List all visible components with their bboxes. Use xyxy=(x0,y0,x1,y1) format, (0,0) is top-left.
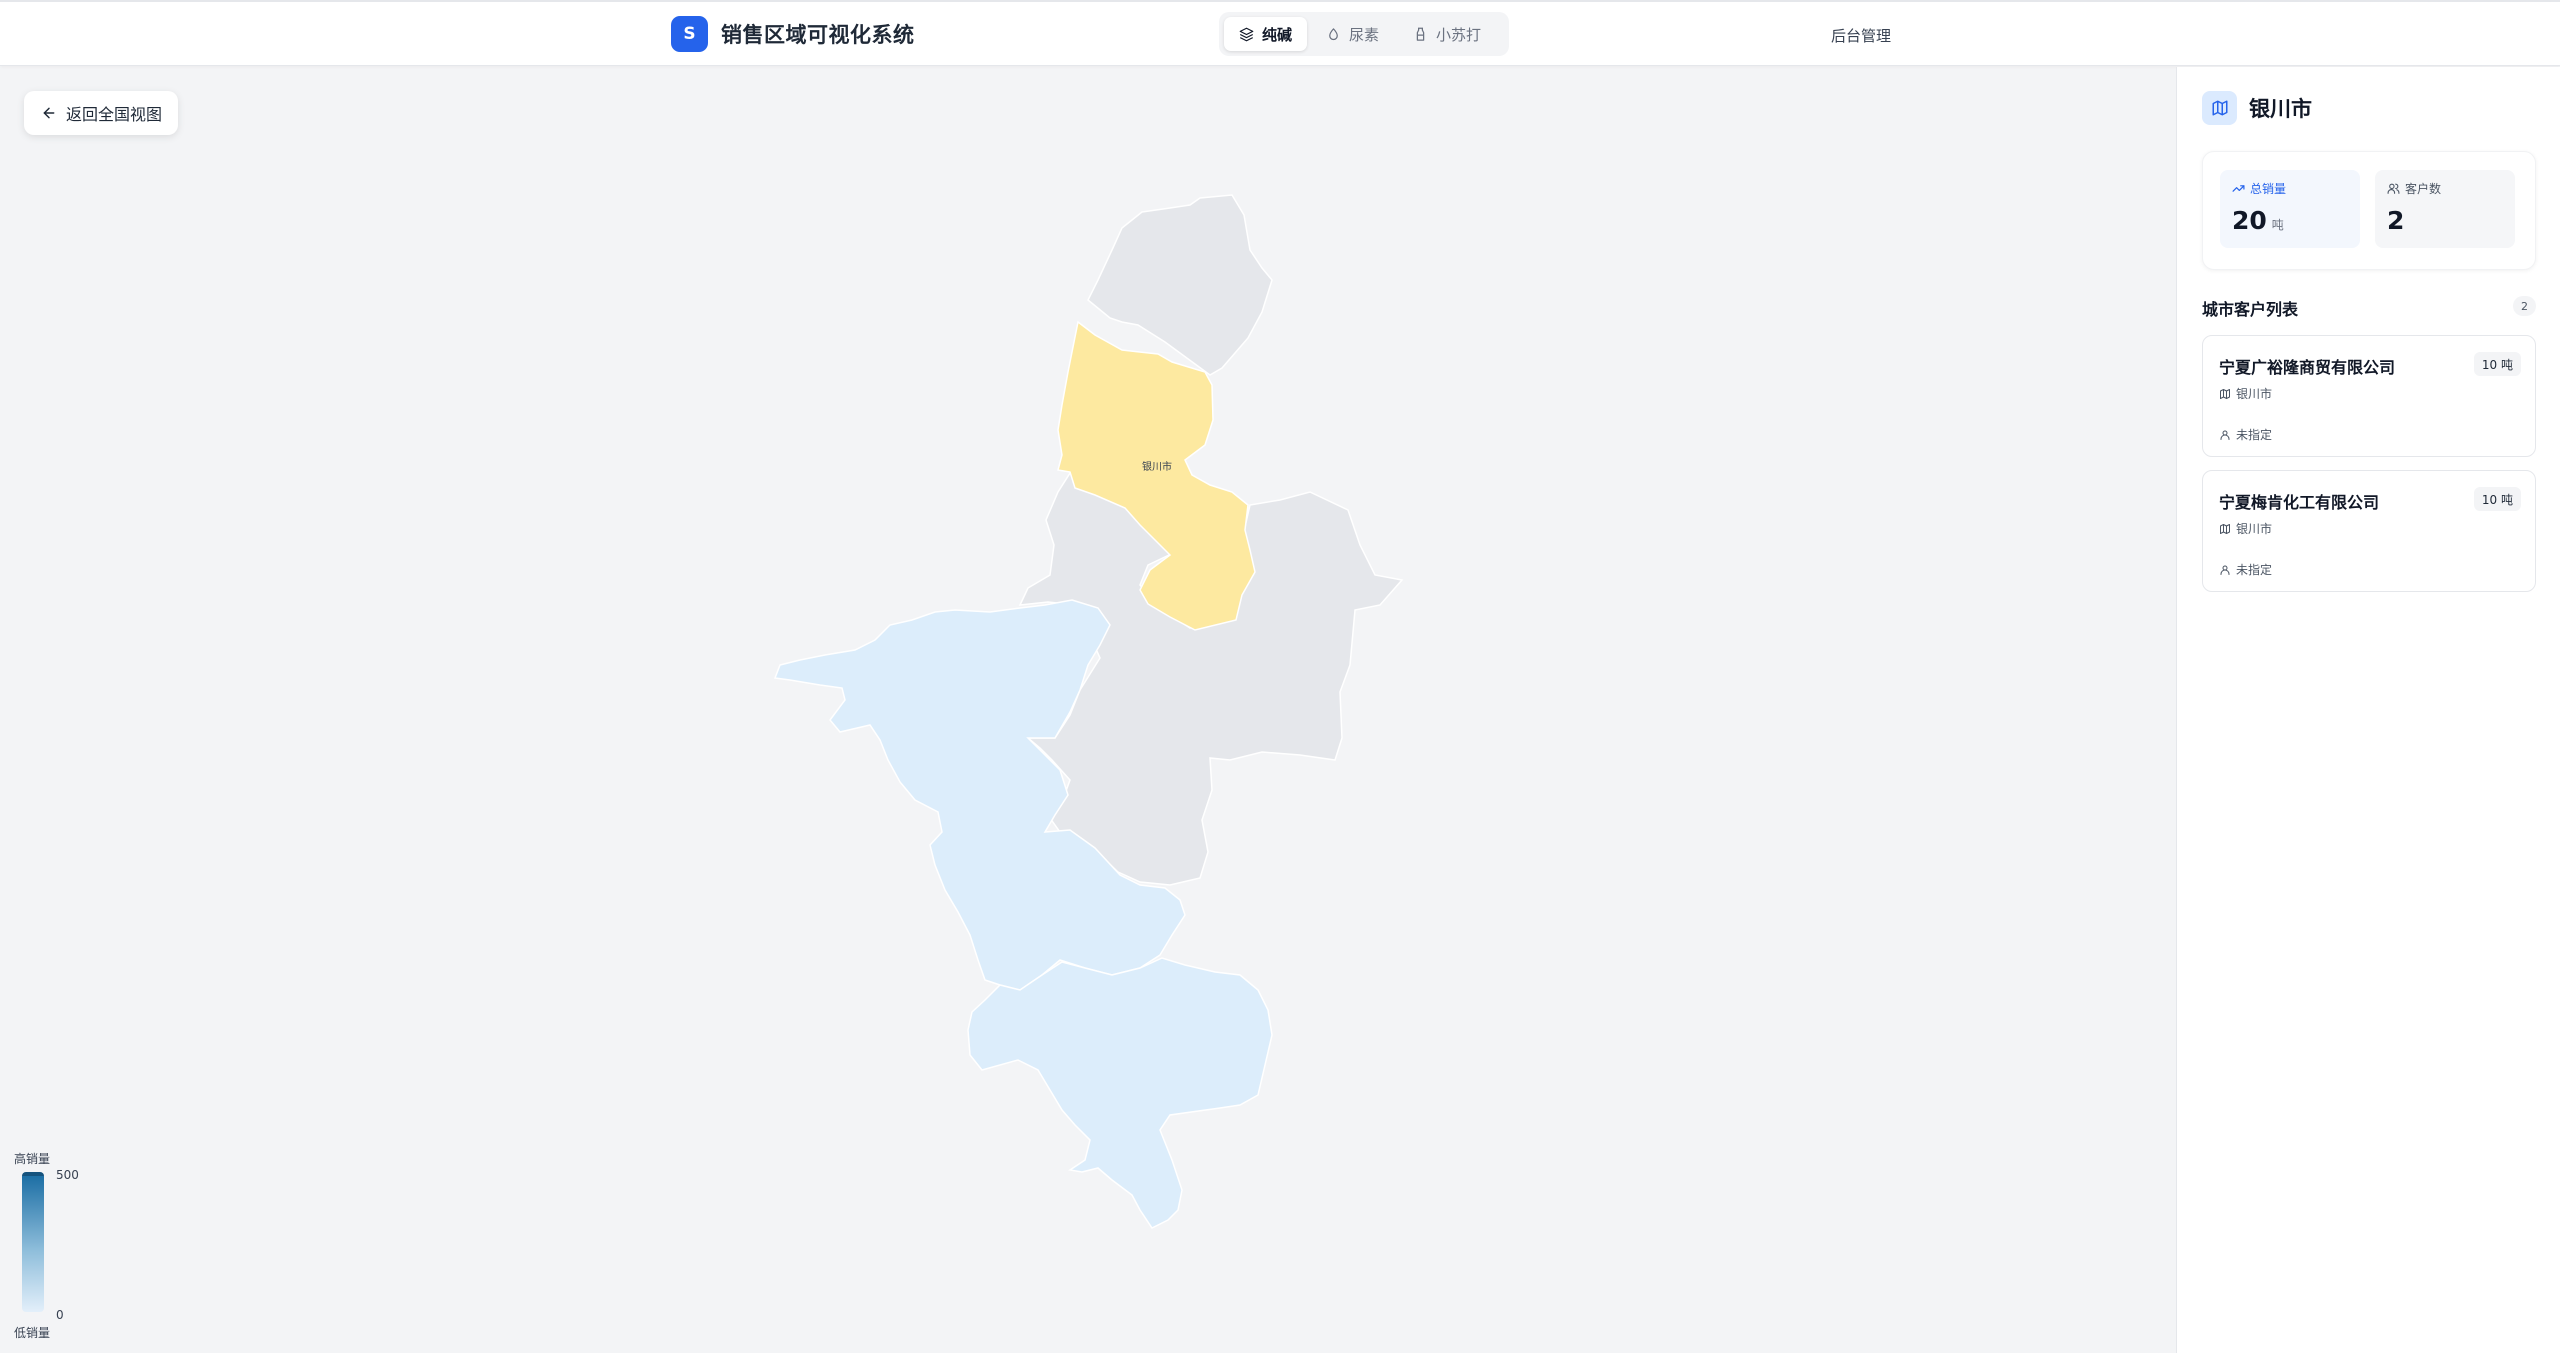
customer-owner: 未指定 xyxy=(2236,563,2273,577)
tab-urea[interactable]: 尿素 xyxy=(1311,17,1394,51)
back-to-national-button[interactable]: 返回全国视图 xyxy=(24,91,179,135)
back-button-label: 返回全国视图 xyxy=(66,105,163,124)
users-icon xyxy=(2387,183,2400,194)
customer-city: 银川市 xyxy=(2236,387,2273,401)
droplet-icon xyxy=(1329,27,1338,40)
map-city-label: 银川市 xyxy=(1142,460,1172,473)
customer-list-title: 城市客户列表 xyxy=(2202,300,2299,319)
admin-link[interactable]: 后台管理 xyxy=(1831,25,1891,46)
top-header: S 销售区域可视化系统 纯碱 尿素 小苏打 后台管理 xyxy=(0,0,2560,66)
city-detail-sidebar: 银川市 总销量 20 吨 客户数 2 城市客户列表 2 宁夏广裕隆商贸有限公司 1… xyxy=(2176,67,2560,1353)
customer-name: 宁夏广裕隆商贸有限公司 xyxy=(2219,358,2396,377)
stat-sales-value-row: 20 吨 xyxy=(2232,206,2348,235)
stats-card: 总销量 20 吨 客户数 2 xyxy=(2202,151,2536,270)
customer-amount-badge: 10 吨 xyxy=(2473,352,2521,376)
map-legend: 高销量 500 0 低销量 xyxy=(14,1150,94,1340)
legend-gradient-bar xyxy=(22,1172,44,1312)
customer-city: 银川市 xyxy=(2236,522,2273,536)
customer-card[interactable]: 宁夏梅肯化工有限公司 10 吨 银川市 未指定 xyxy=(2202,470,2536,592)
map-region-south[interactable] xyxy=(967,957,1273,1229)
customer-owner-row: 未指定 xyxy=(2219,426,2272,443)
legend-high-label: 高销量 xyxy=(14,1152,51,1166)
app-title: 销售区域可视化系统 xyxy=(721,23,915,47)
tab-label: 小苏打 xyxy=(1436,25,1482,44)
stat-customers-label: 客户数 xyxy=(2405,182,2442,196)
stat-sales-label: 总销量 xyxy=(2250,182,2287,196)
region-map: 银川市 xyxy=(773,194,1404,1229)
layers-icon xyxy=(1239,27,1254,41)
map-icon xyxy=(2220,523,2230,534)
stat-customers-label-row: 客户数 xyxy=(2387,180,2503,197)
tab-soda-ash[interactable]: 纯碱 xyxy=(1224,17,1308,51)
stat-customers-value: 2 xyxy=(2387,206,2405,235)
brand[interactable]: S 销售区域可视化系统 xyxy=(671,16,915,52)
customer-owner: 未指定 xyxy=(2236,428,2273,442)
sidebar-header: 银川市 xyxy=(2202,91,2312,125)
customer-amount-badge: 10 吨 xyxy=(2473,487,2521,511)
customer-card[interactable]: 宁夏广裕隆商贸有限公司 10 吨 银川市 未指定 xyxy=(2202,335,2536,457)
stat-sales-label-row: 总销量 xyxy=(2232,180,2348,197)
user-icon xyxy=(2220,430,2230,440)
tab-label: 纯碱 xyxy=(1262,25,1293,44)
customer-city-row: 银川市 xyxy=(2219,520,2272,537)
customer-owner-row: 未指定 xyxy=(2219,561,2272,578)
tab-baking-soda[interactable]: 小苏打 xyxy=(1398,17,1496,51)
trending-up-icon xyxy=(2232,185,2245,192)
customer-count-badge: 2 xyxy=(2513,296,2536,316)
user-icon xyxy=(2220,565,2230,575)
tab-label: 尿素 xyxy=(1349,25,1380,44)
map-icon xyxy=(2220,388,2230,399)
map-icon xyxy=(2202,91,2237,125)
legend-min-value: 0 xyxy=(56,1308,64,1322)
stat-customer-count: 客户数 2 xyxy=(2375,170,2515,248)
brand-logo: S xyxy=(671,16,708,52)
customer-city-row: 银川市 xyxy=(2219,385,2272,402)
arrow-left-icon xyxy=(43,107,55,119)
product-tabs: 纯碱 尿素 小苏打 xyxy=(1219,12,1509,56)
legend-low-label: 低销量 xyxy=(14,1326,51,1340)
stat-total-sales: 总销量 20 吨 xyxy=(2220,170,2360,248)
customer-name: 宁夏梅肯化工有限公司 xyxy=(2219,493,2380,512)
stat-sales-value: 20 xyxy=(2232,206,2267,235)
legend-max-value: 500 xyxy=(56,1168,79,1182)
stat-sales-unit: 吨 xyxy=(2271,218,2284,232)
sidebar-city-title: 银川市 xyxy=(2249,97,2312,121)
milk-icon xyxy=(1416,27,1425,41)
